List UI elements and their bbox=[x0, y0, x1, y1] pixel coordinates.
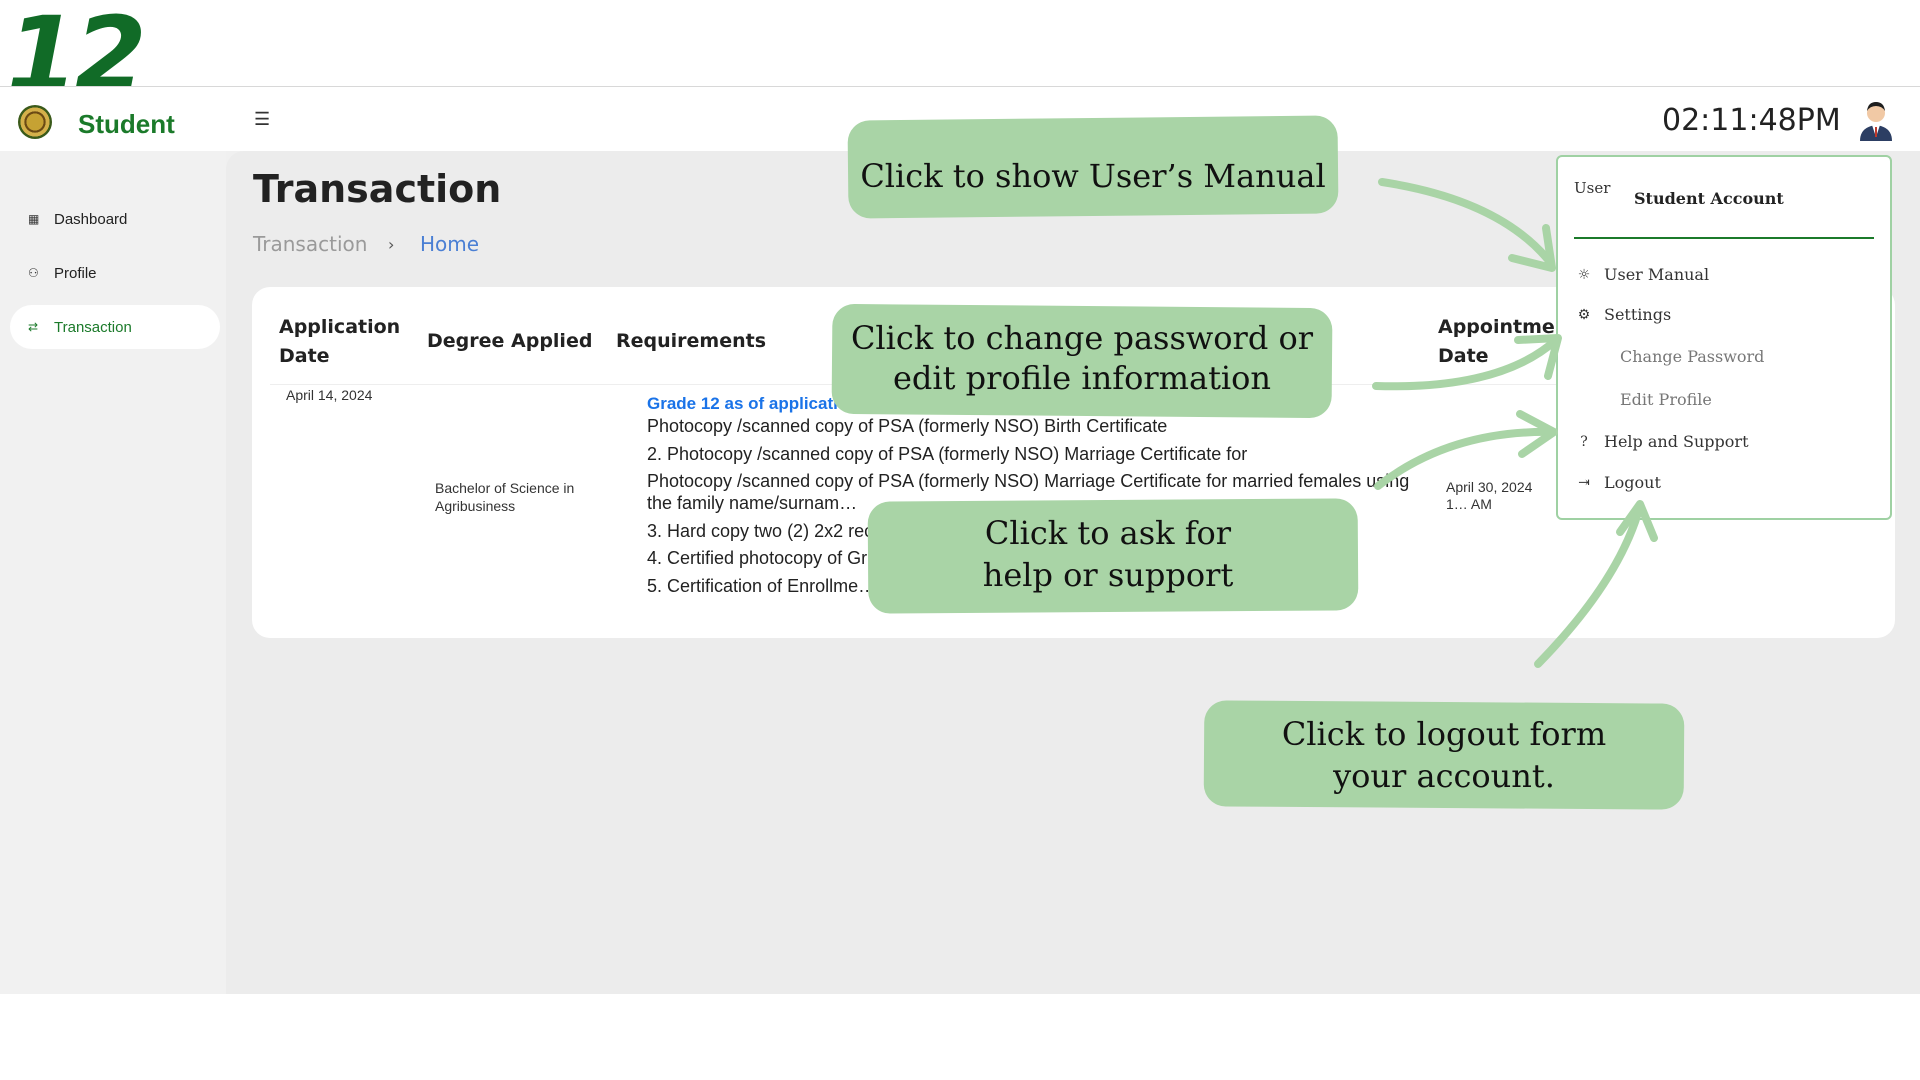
callout-user-manual: Click to show User’s Manual bbox=[860, 157, 1326, 195]
requirement-item: 5. Certification of Enrollme… bbox=[647, 576, 877, 596]
swap-icon: ⇄ bbox=[28, 320, 39, 334]
sun-icon: ☼ bbox=[1577, 266, 1591, 283]
menu-item-label: Logout bbox=[1604, 473, 1661, 492]
column-header-requirements: Requirements bbox=[616, 330, 767, 352]
requirement-item: 4. Certified photocopy of Gr… bbox=[647, 548, 886, 568]
sidebar-item-dashboard[interactable]: ▦ Dashboard bbox=[10, 197, 220, 241]
menu-item-label: User Manual bbox=[1604, 265, 1710, 284]
sidebar-item-transaction[interactable]: ⇄ Transaction bbox=[10, 305, 220, 349]
logout-icon: ⇥ bbox=[1578, 474, 1590, 491]
breadcrumb-home[interactable]: Home bbox=[420, 232, 479, 256]
dropdown-title: Student Account bbox=[1634, 189, 1784, 208]
menu-item-label: Settings bbox=[1604, 305, 1672, 324]
gear-icon: ⚙ bbox=[1577, 306, 1591, 323]
cell-appointment-date: April 30, 2024 1… AM bbox=[1446, 479, 1533, 512]
user-avatar-icon[interactable] bbox=[1856, 97, 1896, 141]
menu-item-label: Help and Support bbox=[1604, 432, 1749, 451]
hamburger-icon[interactable]: ☰ bbox=[254, 109, 270, 130]
sidebar-item-label: Profile bbox=[54, 264, 97, 282]
grid-icon: ▦ bbox=[28, 212, 40, 226]
account-dropdown: User Student Account ☼ User Manual ⚙ Set… bbox=[1556, 155, 1892, 520]
callout-password-line2: edit profile information bbox=[892, 359, 1272, 397]
app-name: Student bbox=[78, 109, 175, 139]
page-title: Transaction bbox=[253, 167, 502, 211]
menu-item-settings[interactable]: ⚙ Settings bbox=[1576, 305, 1671, 324]
callout-logout-line2: your account. bbox=[1333, 757, 1555, 795]
person-icon: ⚇ bbox=[28, 266, 39, 280]
sidebar-item-profile[interactable]: ⚇ Profile bbox=[10, 251, 220, 295]
sidebar-item-label: Transaction bbox=[54, 318, 132, 336]
menu-item-change-password[interactable]: Change Password bbox=[1620, 347, 1764, 366]
column-header-degree: Degree Applied bbox=[427, 330, 593, 352]
menu-item-help-support[interactable]: ? Help and Support bbox=[1576, 432, 1749, 451]
requirement-item: 2. Photocopy /scanned copy of PSA (forme… bbox=[647, 444, 1248, 464]
menu-item-edit-profile[interactable]: Edit Profile bbox=[1620, 390, 1712, 409]
breadcrumb-chevron-icon: › bbox=[388, 235, 395, 254]
callout-logout-line1: Click to logout form bbox=[1281, 715, 1607, 753]
menu-item-user-manual[interactable]: ☼ User Manual bbox=[1576, 265, 1709, 284]
dropdown-separator bbox=[1574, 237, 1874, 239]
menu-item-logout[interactable]: ⇥ Logout bbox=[1576, 473, 1661, 492]
user-image-broken: User bbox=[1574, 179, 1611, 197]
callout-help-line2: help or support bbox=[982, 556, 1234, 594]
breadcrumb-transaction[interactable]: Transaction bbox=[253, 232, 367, 256]
clock: 02:11:48PM bbox=[1662, 103, 1841, 138]
callout-help-line1: Click to ask for bbox=[984, 514, 1232, 552]
cell-degree: Bachelor of Science in Agribusiness bbox=[435, 480, 575, 514]
sidebar-item-label: Dashboard bbox=[54, 210, 128, 228]
callout-password-line1: Click to change password or bbox=[850, 319, 1314, 357]
column-header-application-date: Application Date bbox=[279, 316, 401, 367]
cell-application-date: April 14, 2024 bbox=[286, 387, 373, 403]
university-logo bbox=[18, 105, 52, 139]
question-icon: ? bbox=[1580, 433, 1588, 450]
requirement-item: Photocopy /scanned copy of PSA (formerly… bbox=[647, 416, 1168, 436]
column-header-appointment-date: Appointment Date bbox=[1438, 316, 1556, 367]
